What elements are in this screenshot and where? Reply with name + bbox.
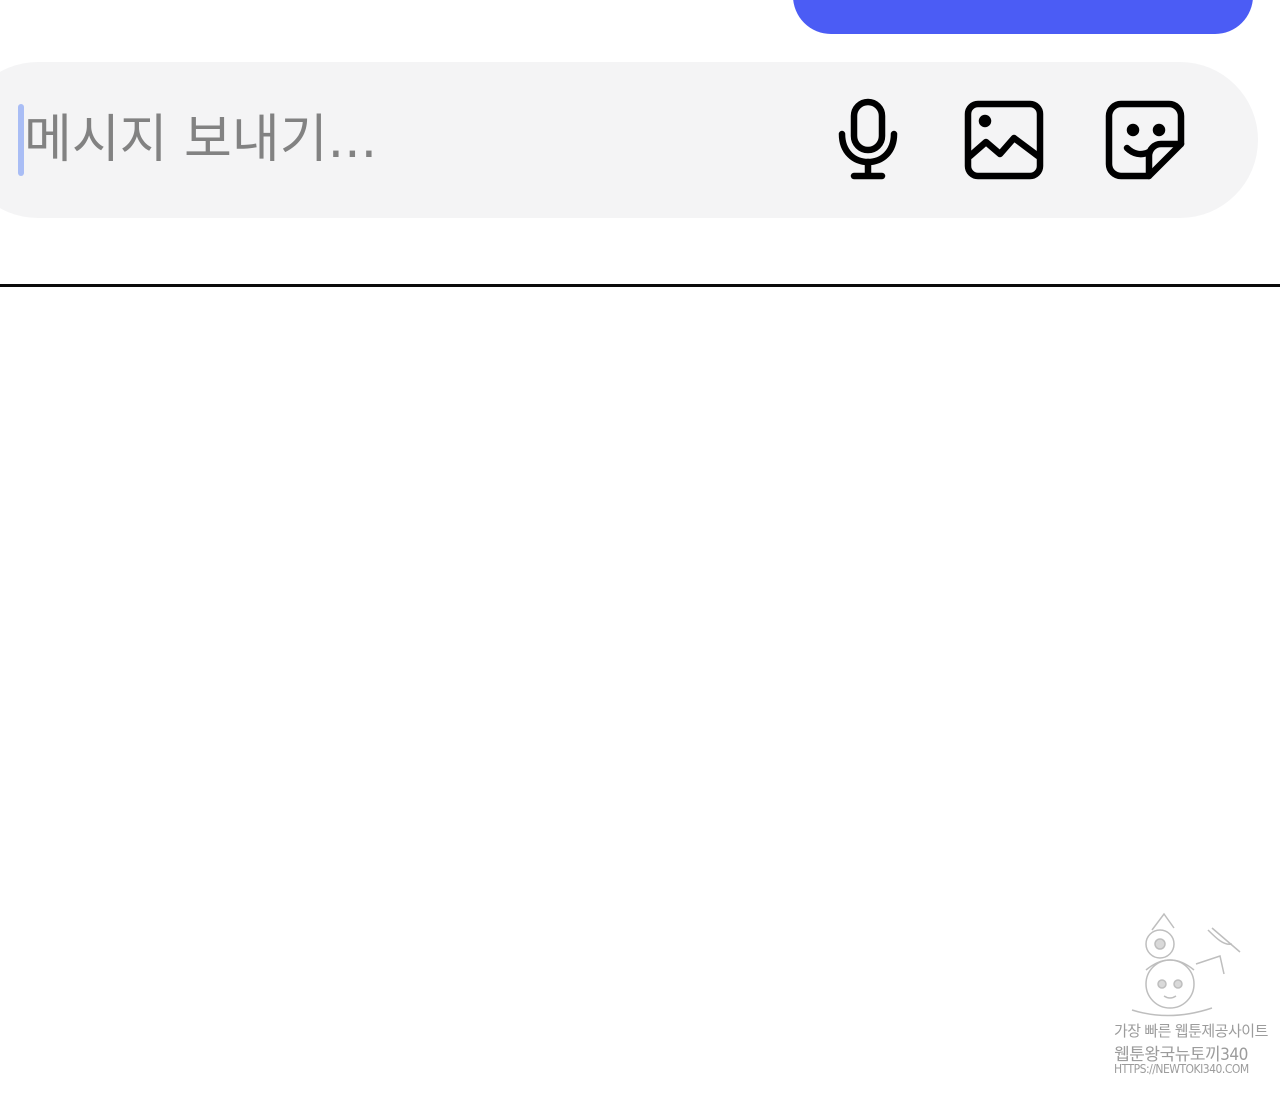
microphone-icon bbox=[836, 98, 900, 182]
voice-message-button[interactable] bbox=[826, 98, 910, 182]
image-icon bbox=[964, 100, 1044, 180]
sticker-button[interactable] bbox=[1103, 98, 1187, 182]
message-composer bbox=[0, 62, 1258, 218]
chat-screen: 가장 빠른 웹툰제공사이트 웹툰왕국뉴토끼340 HTTPS://NEWTOKI… bbox=[0, 0, 1280, 1098]
section-divider bbox=[0, 284, 1280, 287]
attach-image-button[interactable] bbox=[962, 98, 1046, 182]
sent-message-bubble[interactable] bbox=[793, 0, 1253, 34]
message-input[interactable] bbox=[24, 96, 784, 184]
sticker-icon bbox=[1105, 100, 1185, 180]
watermark-line-1: 가장 빠른 웹툰제공사이트 bbox=[1114, 1022, 1268, 1040]
watermark-line-3: HTTPS://NEWTOKI340.COM bbox=[1114, 1062, 1249, 1076]
